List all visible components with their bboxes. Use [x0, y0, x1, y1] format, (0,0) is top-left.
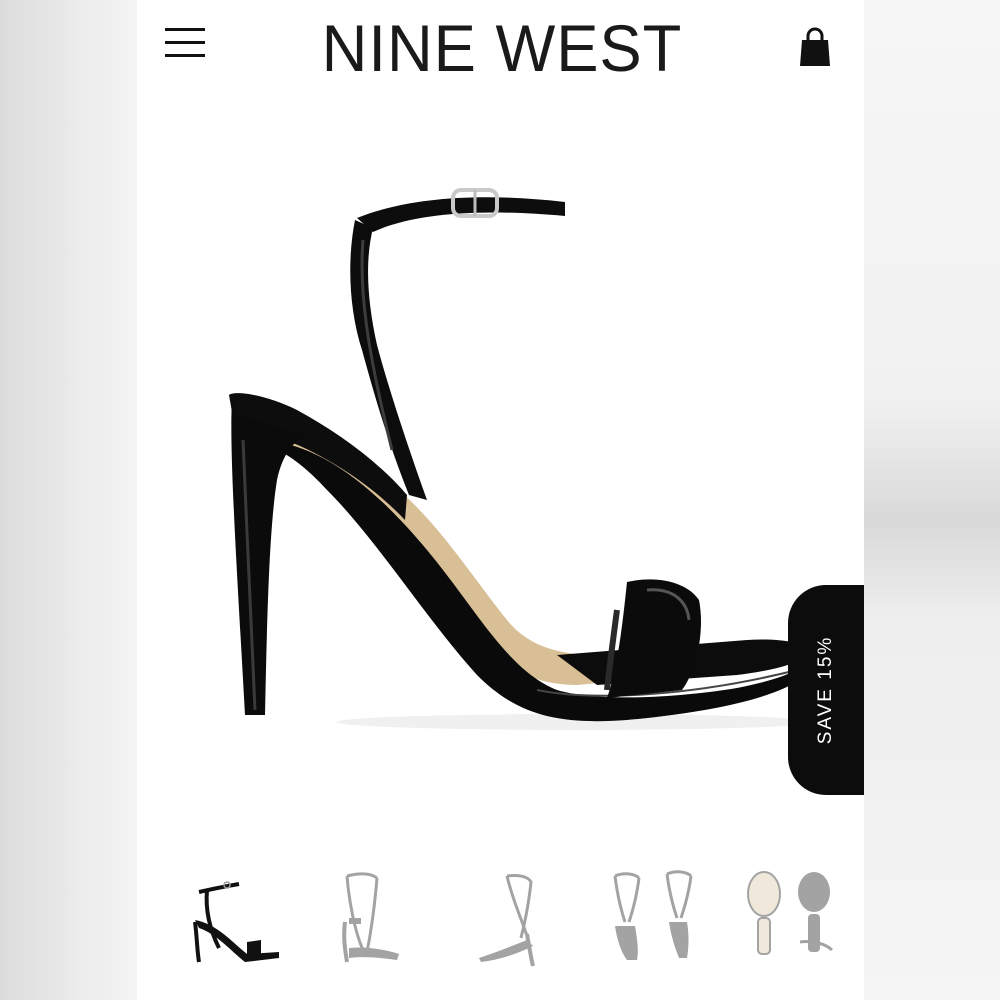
thumbnail-front-angle[interactable]	[327, 862, 437, 972]
product-main-image[interactable]	[177, 150, 837, 770]
brand-logo[interactable]: NINE WEST	[272, 8, 733, 88]
backdrop-left	[0, 0, 137, 1000]
thumbnail-front-and-back[interactable]	[607, 862, 717, 972]
phone-screen: NINE WEST SAVE 15%	[137, 0, 864, 1000]
hamburger-menu-icon[interactable]	[165, 24, 207, 66]
thumbnail-side-view[interactable]	[187, 862, 297, 972]
thumbnail-strip	[137, 862, 864, 972]
save-badge-label: SAVE 15%	[815, 635, 836, 745]
save-15-badge[interactable]: SAVE 15%	[788, 585, 864, 795]
backdrop-right	[864, 0, 1000, 1000]
shopping-bag-icon[interactable]	[799, 26, 831, 68]
site-header: NINE WEST	[137, 0, 864, 96]
thumbnail-soles-top-view[interactable]	[742, 862, 852, 972]
thumbnail-rear-angle[interactable]	[467, 862, 577, 972]
